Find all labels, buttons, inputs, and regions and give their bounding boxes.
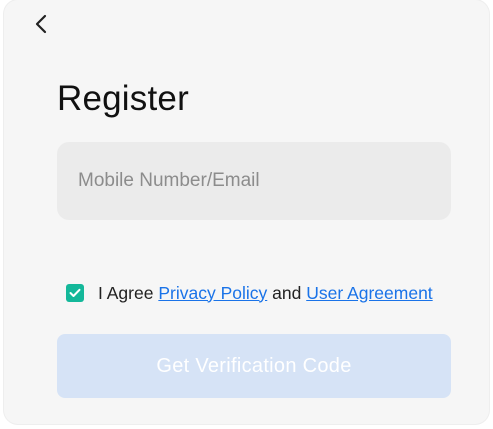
user-agreement-link[interactable]: User Agreement	[306, 283, 432, 304]
page-title: Register	[57, 79, 189, 118]
checkmark-icon	[69, 288, 81, 297]
contact-field[interactable]	[57, 142, 451, 220]
privacy-policy-link[interactable]: Privacy Policy	[158, 283, 267, 304]
agree-conjunction-text: and	[272, 282, 302, 303]
mobile-email-input[interactable]	[57, 142, 451, 220]
back-button[interactable]	[30, 10, 54, 38]
get-verification-code-button[interactable]: Get Verification Code	[57, 334, 451, 398]
register-card: Register I Agree Privacy Policy and User…	[4, 0, 489, 424]
agree-prefix-text: I Agree	[98, 282, 154, 303]
agreement-row: I Agree Privacy Policy and User Agreemen…	[66, 282, 433, 304]
agree-checkbox[interactable]	[66, 284, 84, 302]
chevron-left-icon	[35, 14, 47, 34]
